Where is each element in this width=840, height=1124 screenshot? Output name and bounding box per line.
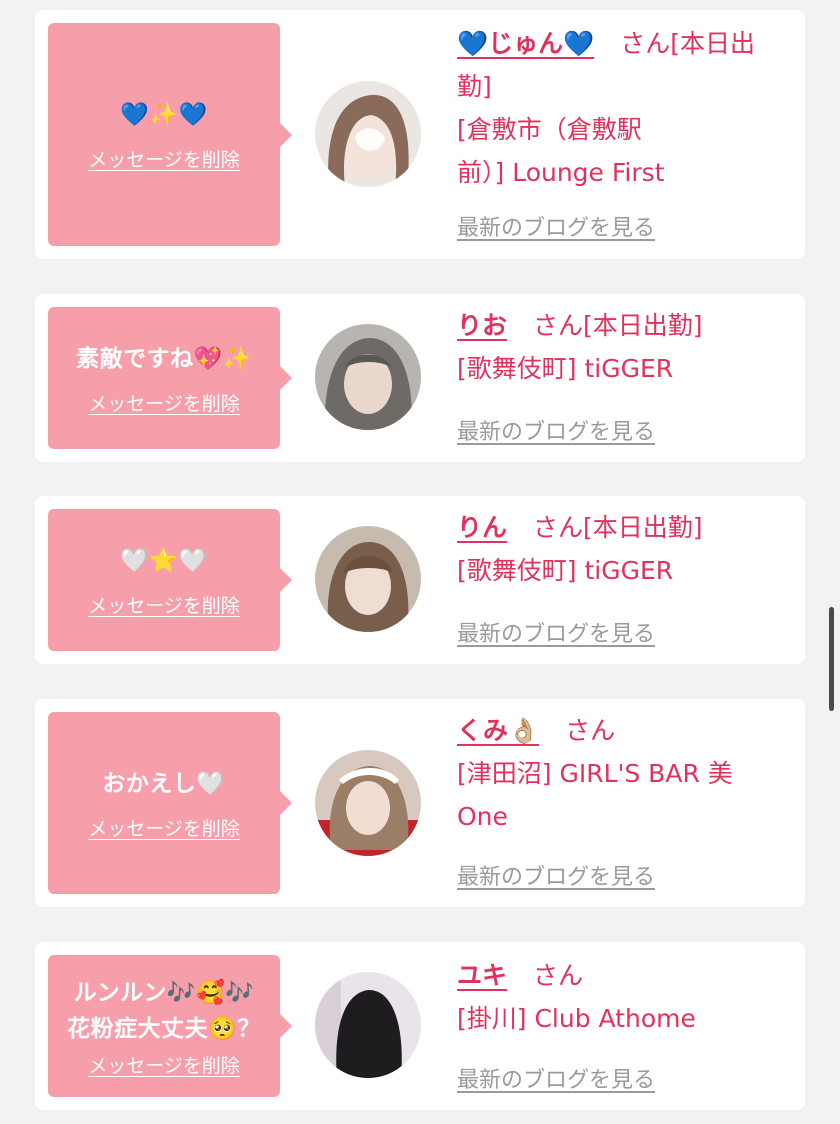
view-blog-link[interactable]: 最新のブログを見る bbox=[457, 210, 655, 242]
shop-line: One bbox=[457, 802, 508, 831]
message-card: おかえし🤍 メッセージを削除 くみ👌🏼 さん [津田沼] GIRL'S BAR 美… bbox=[35, 699, 805, 907]
name-line: ユキ さん bbox=[457, 954, 797, 997]
avatar[interactable] bbox=[315, 972, 421, 1078]
message-text: 🤍⭐🤍 bbox=[120, 547, 208, 574]
message-bubble: 素敵ですね💖✨ メッセージを削除 bbox=[48, 307, 292, 449]
message-bubble: 💙✨💙 メッセージを削除 bbox=[48, 23, 292, 246]
profile-info: ユキ さん [掛川] Club Athome bbox=[457, 954, 797, 1040]
shop-line: [掛川] Club Athome bbox=[457, 1004, 696, 1033]
shop-line: [歌舞伎町] tiGGER bbox=[457, 354, 674, 383]
status-text: さん[本日出 bbox=[620, 29, 756, 58]
delete-message-link[interactable]: メッセージを削除 bbox=[88, 145, 240, 172]
message-text: おかえし🤍 bbox=[102, 770, 226, 797]
message-card: 素敵ですね💖✨ メッセージを削除 りお さん[本日出勤] [歌舞伎町] tiGGE… bbox=[35, 294, 805, 462]
profile-info: 💙じゅん💙 さん[本日出 勤] [倉敷市（倉敷駅 前）] Lounge First bbox=[457, 22, 797, 194]
cast-name-link[interactable]: ユキ bbox=[457, 961, 507, 990]
name-line: りん さん[本日出勤] bbox=[457, 506, 797, 549]
message-card: 💙✨💙 メッセージを削除 💙じゅん💙 さん[本日出 勤] [倉敷市（倉敷駅 前）]… bbox=[35, 10, 805, 259]
profile-info: りお さん[本日出勤] [歌舞伎町] tiGGER bbox=[457, 304, 797, 390]
shop-line: [津田沼] GIRL'S BAR 美 bbox=[457, 759, 733, 788]
status-continuation: 勤] bbox=[457, 72, 492, 101]
name-line: りお さん[本日出勤] bbox=[457, 304, 797, 347]
cast-name-link[interactable]: りん bbox=[457, 513, 507, 542]
message-text: 💙✨💙 bbox=[120, 102, 208, 128]
view-blog-link[interactable]: 最新のブログを見る bbox=[457, 616, 655, 648]
delete-message-link[interactable]: メッセージを削除 bbox=[88, 389, 240, 416]
delete-message-link[interactable]: メッセージを削除 bbox=[88, 1051, 240, 1078]
shop-line: [倉敷市（倉敷駅 bbox=[457, 115, 642, 144]
name-line: くみ👌🏼 さん bbox=[457, 709, 797, 752]
shop-line: [歌舞伎町] tiGGER bbox=[457, 556, 674, 585]
avatar[interactable] bbox=[315, 526, 421, 632]
message-card: 🤍⭐🤍 メッセージを削除 りん さん[本日出勤] [歌舞伎町] tiGGER 最新… bbox=[35, 496, 805, 664]
cast-name-link[interactable]: くみ👌🏼 bbox=[457, 716, 539, 745]
cast-name-link[interactable]: りお bbox=[457, 311, 507, 340]
shop-line: 前）] Lounge First bbox=[457, 158, 665, 187]
avatar[interactable] bbox=[315, 750, 421, 856]
status-text: さん bbox=[533, 961, 584, 990]
message-text: 素敵ですね💖✨ bbox=[76, 345, 252, 372]
name-line: 💙じゅん💙 さん[本日出 bbox=[457, 22, 797, 65]
delete-message-link[interactable]: メッセージを削除 bbox=[88, 591, 240, 618]
view-blog-link[interactable]: 最新のブログを見る bbox=[457, 1062, 655, 1094]
profile-info: くみ👌🏼 さん [津田沼] GIRL'S BAR 美 One bbox=[457, 709, 797, 838]
status-text: さん[本日出勤] bbox=[533, 311, 703, 340]
view-blog-link[interactable]: 最新のブログを見る bbox=[457, 859, 655, 891]
status-text: さん[本日出勤] bbox=[533, 513, 703, 542]
cast-name-link[interactable]: 💙じゅん💙 bbox=[457, 29, 594, 58]
delete-message-link[interactable]: メッセージを削除 bbox=[88, 814, 240, 841]
message-card: ルンルン🎶🥰🎶 花粉症大丈夫🥺？ メッセージを削除 ユキ さん [掛川] Club… bbox=[35, 942, 805, 1110]
view-blog-link[interactable]: 最新のブログを見る bbox=[457, 414, 655, 446]
message-bubble: おかえし🤍 メッセージを削除 bbox=[48, 712, 292, 894]
message-text: ルンルン🎶🥰🎶 花粉症大丈夫🥺？ bbox=[67, 979, 261, 1042]
message-bubble: ルンルン🎶🥰🎶 花粉症大丈夫🥺？ メッセージを削除 bbox=[48, 955, 292, 1097]
scrollbar[interactable] bbox=[829, 607, 834, 711]
avatar[interactable] bbox=[315, 324, 421, 430]
avatar[interactable] bbox=[315, 81, 421, 187]
status-text: さん bbox=[565, 716, 616, 745]
message-bubble: 🤍⭐🤍 メッセージを削除 bbox=[48, 509, 292, 651]
profile-info: りん さん[本日出勤] [歌舞伎町] tiGGER bbox=[457, 506, 797, 592]
